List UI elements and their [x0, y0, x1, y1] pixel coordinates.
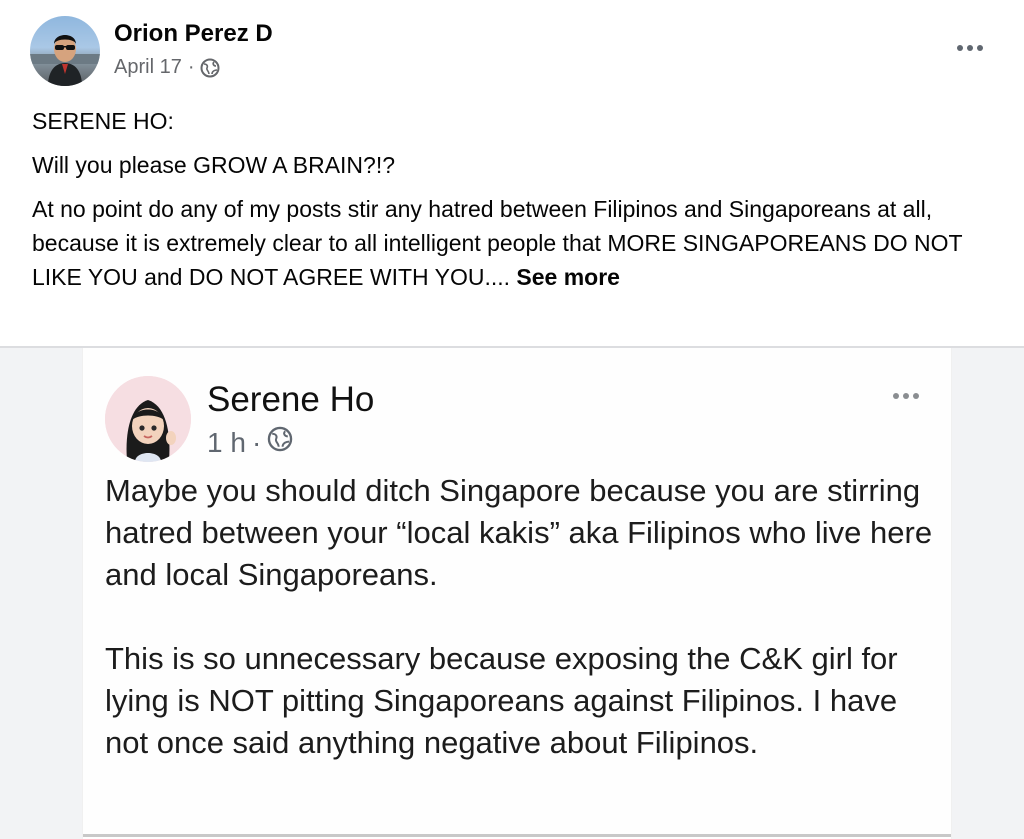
embedded-post-meta: 1 h · — [207, 426, 293, 459]
post-date[interactable]: April 17 — [114, 56, 182, 79]
post-body-text: At no point do any of my posts stir any … — [32, 196, 963, 290]
post-paragraph: SERENE HO: — [32, 108, 174, 134]
embedded-post-time: 1 h — [207, 426, 246, 458]
more-options-icon — [957, 45, 963, 51]
post-body: SERENE HO: Will you please GROW A BRAIN?… — [32, 104, 1007, 304]
post-header: Orion Perez D April 17 · — [30, 16, 1000, 88]
embedded-paragraph: This is so unnecessary because exposing … — [105, 641, 898, 760]
author-photo-icon — [30, 35, 100, 86]
author-name[interactable]: Orion Perez D — [114, 20, 273, 48]
post-meta: April 17 · — [114, 56, 220, 79]
post-paragraph-truncated: At no point do any of my posts stir any … — [32, 192, 1007, 294]
embedded-meta-separator: · — [251, 426, 262, 458]
meta-separator: · — [187, 56, 195, 78]
see-more-link[interactable]: See more — [516, 264, 620, 290]
embedded-screenshot[interactable]: Serene Ho 1 h · Maybe you should ditch S… — [82, 348, 952, 839]
memoji-avatar-icon — [105, 376, 191, 462]
embedded-paragraph: Maybe you should ditch Singapore because… — [105, 473, 933, 592]
globe-icon[interactable] — [200, 58, 220, 78]
embedded-globe-icon — [267, 426, 293, 459]
post-paragraph: Will you please GROW A BRAIN?!? — [32, 152, 396, 178]
embedded-author-avatar — [105, 376, 191, 462]
embedded-post-body: Maybe you should ditch Singapore because… — [105, 470, 935, 806]
embedded-bottom-border — [83, 834, 951, 837]
more-options-button[interactable] — [948, 34, 992, 62]
embedded-more-options-icon — [886, 384, 926, 408]
author-avatar[interactable] — [30, 16, 100, 86]
embedded-author-name: Serene Ho — [207, 380, 375, 419]
